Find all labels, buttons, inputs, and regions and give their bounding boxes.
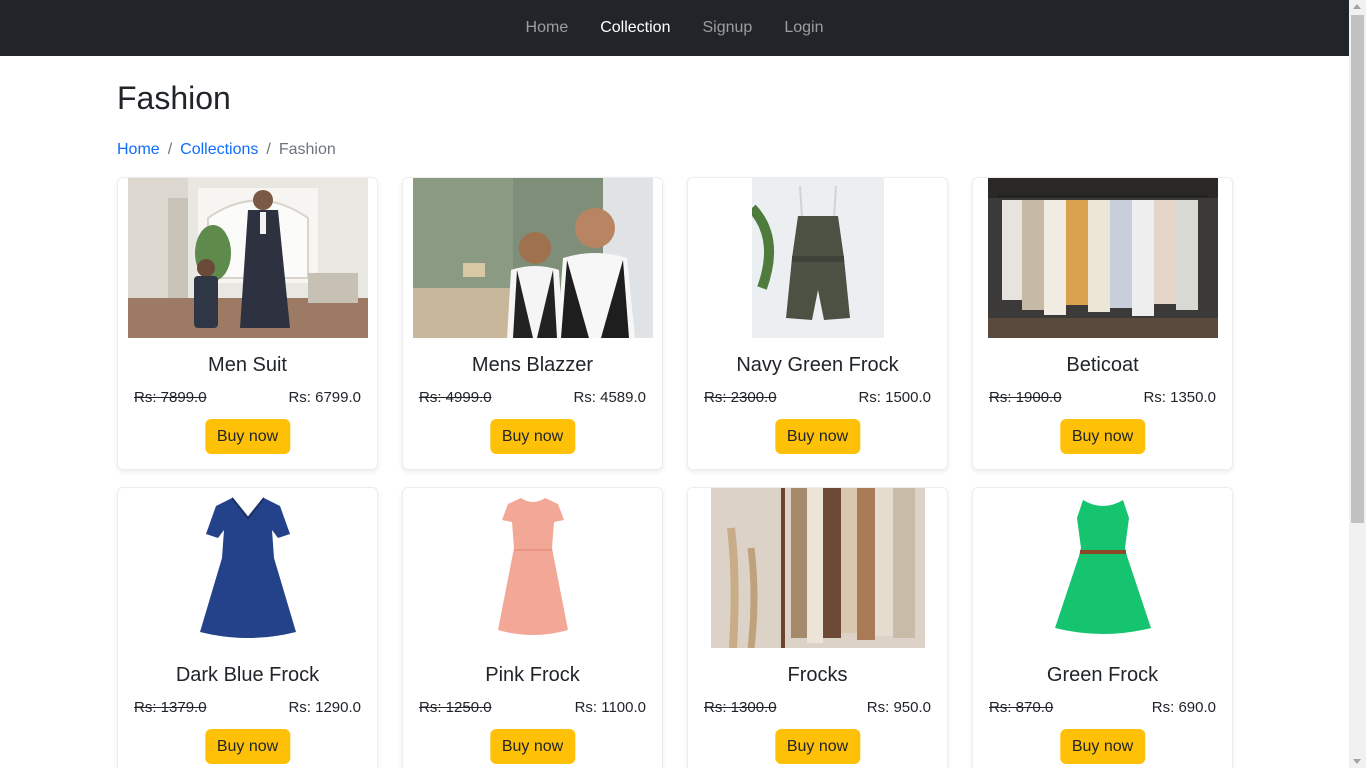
sale-price: Rs: 1100.0 <box>574 699 646 716</box>
page-scrollbar[interactable] <box>1349 0 1366 768</box>
product-card: Frocks Rs: 1300.0 Rs: 950.0 Buy now <box>687 487 948 768</box>
nav-collection[interactable]: Collection <box>584 19 686 37</box>
product-name: Men Suit <box>208 354 287 376</box>
product-card: Pink Frock Rs: 1250.0 Rs: 1100.0 Buy now <box>402 487 663 768</box>
green-dress-photo <box>1052 488 1153 648</box>
buy-now-button[interactable]: Buy now <box>204 729 291 764</box>
buy-now-button[interactable]: Buy now <box>204 419 291 454</box>
original-price: Rs: 1379.0 <box>134 699 207 716</box>
original-price: Rs: 7899.0 <box>134 389 207 406</box>
buy-now-button[interactable]: Buy now <box>1059 419 1146 454</box>
breadcrumb-collections[interactable]: Collections <box>180 138 258 162</box>
product-card: Dark Blue Frock Rs: 1379.0 Rs: 1290.0 Bu… <box>117 487 378 768</box>
breadcrumb-separator: / <box>266 141 271 158</box>
nav-signup[interactable]: Signup <box>686 19 768 37</box>
product-card: Navy Green Frock Rs: 2300.0 Rs: 1500.0 B… <box>687 177 948 470</box>
green-romper-photo <box>751 178 884 338</box>
buy-now-button[interactable]: Buy now <box>774 729 861 764</box>
breadcrumb-current: Fashion <box>278 141 336 158</box>
breadcrumb-separator: / <box>167 141 173 158</box>
original-price: Rs: 870.0 <box>989 699 1054 716</box>
buy-now-button[interactable]: Buy now <box>489 729 576 764</box>
sale-price: Rs: 950.0 <box>866 699 931 716</box>
sale-price: Rs: 6799.0 <box>288 389 361 406</box>
top-navbar: Home Collection Signup Login <box>0 0 1349 56</box>
mens-blazer-photo <box>412 178 653 338</box>
product-name: Dark Blue Frock <box>175 664 320 686</box>
original-price: Rs: 1250.0 <box>419 699 492 716</box>
sale-price: Rs: 1500.0 <box>858 389 931 406</box>
breadcrumb-home[interactable]: Home <box>117 138 160 162</box>
product-name: Frocks <box>787 664 848 686</box>
neutral-clothes-photo <box>710 488 925 648</box>
original-price: Rs: 1900.0 <box>989 389 1062 406</box>
men-suit-photo <box>127 178 368 338</box>
scroll-thumb[interactable] <box>1351 15 1364 523</box>
buy-now-button[interactable]: Buy now <box>489 419 576 454</box>
product-grid: Men Suit Rs: 7899.0 Rs: 6799.0 Buy now M… <box>117 177 1233 768</box>
sale-price: Rs: 4589.0 <box>573 389 646 406</box>
product-card: Men Suit Rs: 7899.0 Rs: 6799.0 Buy now <box>117 177 378 470</box>
pink-dress-photo <box>487 488 578 648</box>
original-price: Rs: 4999.0 <box>419 389 492 406</box>
buy-now-button[interactable]: Buy now <box>1059 729 1146 764</box>
nav-login[interactable]: Login <box>768 19 839 37</box>
dark-blue-dress-photo <box>197 488 298 648</box>
buy-now-button[interactable]: Buy now <box>774 419 861 454</box>
product-name: Mens Blazzer <box>471 354 594 376</box>
page-title: Fashion <box>117 80 231 116</box>
breadcrumb: Home / Collections / Fashion <box>117 138 1233 162</box>
sale-price: Rs: 1350.0 <box>1143 389 1216 406</box>
product-card: Beticoat Rs: 1900.0 Rs: 1350.0 Buy now <box>972 177 1233 470</box>
clothing-rack-photo <box>987 178 1218 338</box>
product-card: Mens Blazzer Rs: 4999.0 Rs: 4589.0 Buy n… <box>402 177 663 470</box>
product-name: Pink Frock <box>485 664 580 686</box>
scroll-down-icon[interactable] <box>1353 759 1361 764</box>
product-name: Navy Green Frock <box>736 354 899 376</box>
sale-price: Rs: 690.0 <box>1151 699 1216 716</box>
product-card: Green Frock Rs: 870.0 Rs: 690.0 Buy now <box>972 487 1233 768</box>
original-price: Rs: 2300.0 <box>704 389 777 406</box>
nav-home[interactable]: Home <box>510 19 585 37</box>
main-container: Fashion Home / Collections / Fashion Men… <box>117 56 1233 768</box>
product-name: Green Frock <box>1046 664 1159 686</box>
scroll-up-icon[interactable] <box>1353 4 1361 9</box>
original-price: Rs: 1300.0 <box>704 699 777 716</box>
product-name: Beticoat <box>1066 354 1139 376</box>
sale-price: Rs: 1290.0 <box>288 699 361 716</box>
